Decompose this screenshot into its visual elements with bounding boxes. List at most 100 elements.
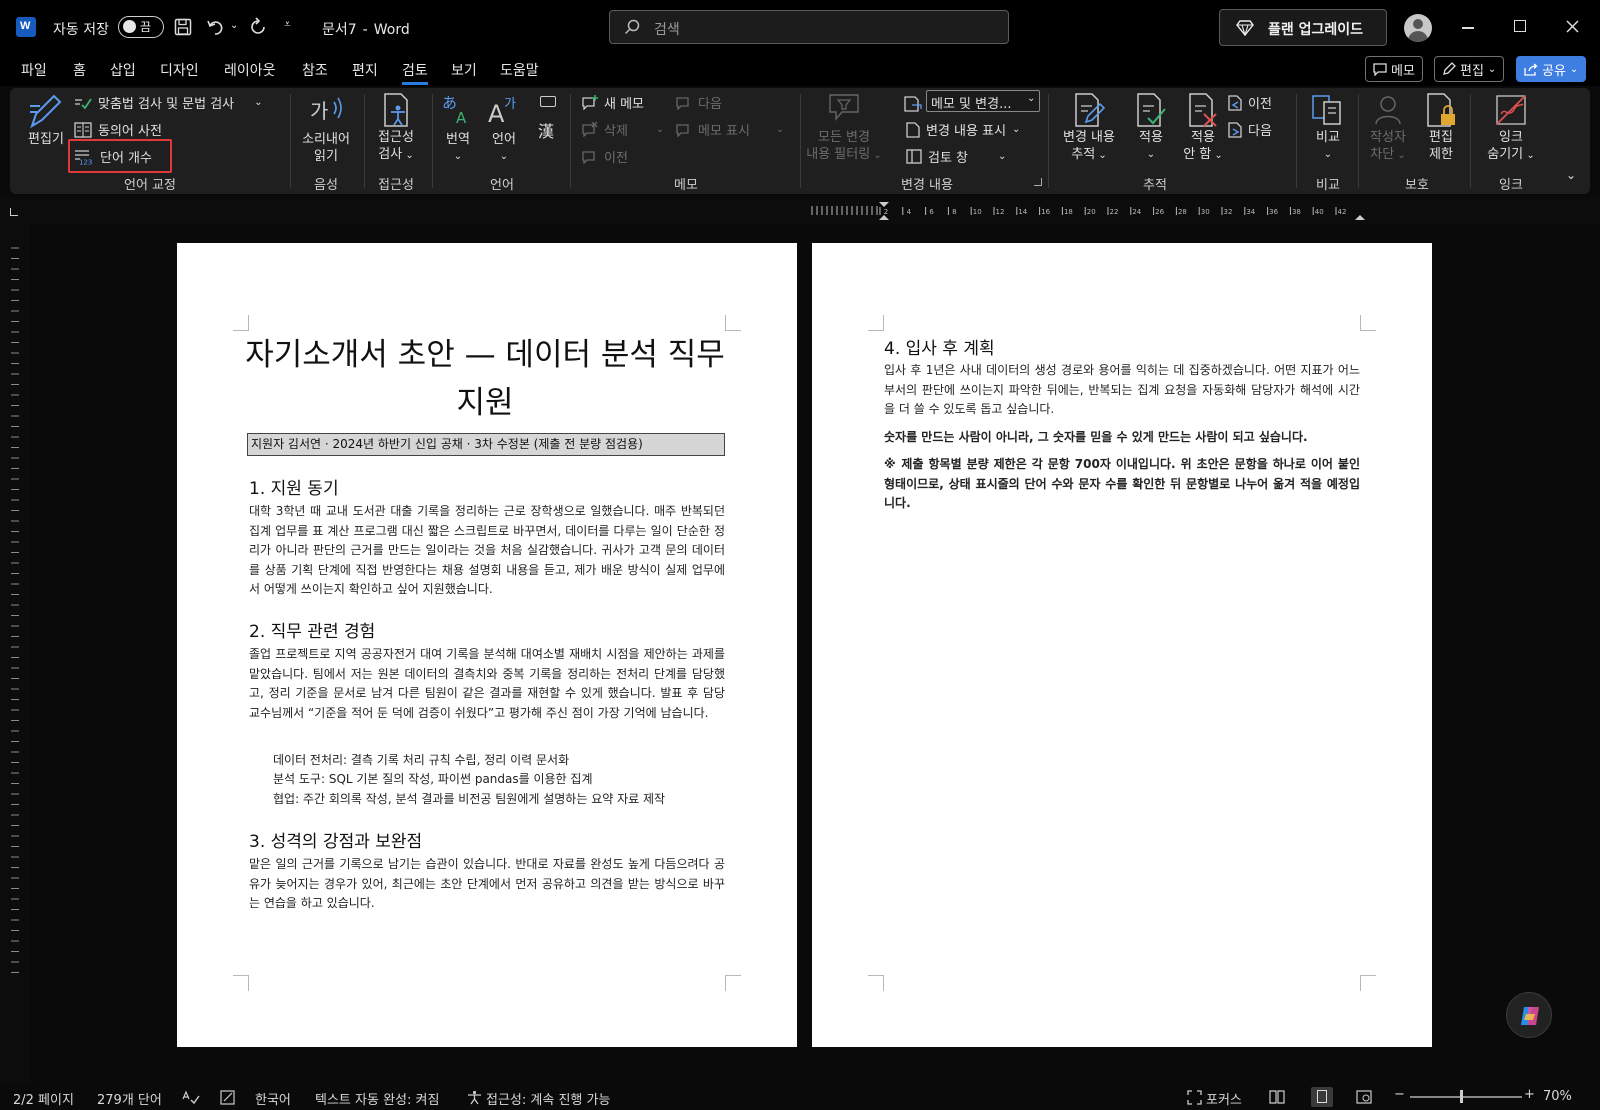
tab-help[interactable]: 도움말 [500, 60, 539, 80]
document-page-2[interactable]: 4. 입사 후 계획 입사 후 1년은 사내 데이터의 생성 경로와 용어를 익… [812, 243, 1432, 1047]
read-aloud-button[interactable]: 가 소리내어 읽기 [294, 92, 358, 165]
vertical-ruler[interactable] [0, 224, 30, 1084]
maximize-icon[interactable] [1514, 20, 1526, 32]
search-box[interactable]: 검색 [609, 10, 1009, 44]
delete-comment-label: 삭제 [604, 124, 628, 139]
zoom-out-icon[interactable]: − [1394, 1087, 1405, 1102]
word-count-button[interactable]: 123 단어 개수 [74, 147, 152, 166]
previous-comment-icon [582, 151, 595, 164]
page-indicator[interactable]: 2/2 페이지 [13, 1089, 74, 1108]
reject-label-1: 적용 [1191, 130, 1215, 145]
reviewing-pane-button[interactable]: 검토 창 ⌄ [906, 147, 1006, 166]
hanja-icon[interactable]: 漢 [538, 118, 554, 142]
horizontal-ruler[interactable]: 2 4 6 8 10 12 14 16 18 20 22 24 26 28 30 32 34 36 38 40 42 [0, 198, 1600, 224]
minimize-icon[interactable] [1462, 27, 1474, 29]
margin-corner [233, 975, 249, 991]
editor-icon [30, 94, 62, 129]
show-comments-button[interactable]: 메모 표시 ⌄ [676, 120, 784, 139]
next-change-button[interactable]: 다음 [1228, 120, 1272, 139]
show-markup-button[interactable]: 변경 내용 표시 ⌄ [906, 120, 1020, 139]
track-changes-button[interactable]: 변경 내용 추적 ⌄ [1056, 92, 1122, 164]
speech-group-label: 음성 [314, 178, 338, 193]
customize-toolbar-icon[interactable]: ⩡ [284, 17, 291, 32]
editor-button[interactable]: 편집기 [24, 92, 68, 148]
tab-design[interactable]: 디자인 [160, 60, 199, 80]
translate-button[interactable]: あA 번역 ⌄ [438, 92, 478, 165]
accept-label: 적용 [1139, 130, 1163, 145]
comments-button[interactable]: 메모 [1365, 56, 1423, 82]
ruler-tick-label: 32 [1224, 208, 1233, 216]
language-indicator[interactable]: 한국어 [255, 1089, 291, 1108]
undo-icon[interactable] [206, 17, 226, 37]
track-changes-status-icon[interactable] [220, 1090, 236, 1105]
editing-mode-button[interactable]: 편집 ⌄ [1434, 56, 1505, 82]
copilot-button[interactable] [1506, 992, 1552, 1038]
redo-icon[interactable] [248, 17, 268, 37]
text-predictions-indicator[interactable]: 텍스트 자동 완성: 켜짐 [315, 1089, 439, 1108]
spelling-grammar-button[interactable]: 맞춤법 검사 및 문법 검사 ⌄ [74, 93, 263, 112]
accessibility-indicator[interactable]: 접근성: 계속 진행 가능 [486, 1089, 610, 1108]
upgrade-plan-button[interactable]: 플랜 업그레이드 [1219, 9, 1387, 46]
next-comment-icon [676, 97, 689, 110]
proofing-group-label: 언어 교정 [124, 178, 176, 193]
tab-insert[interactable]: 삽입 [110, 60, 136, 80]
zoom-level[interactable]: 70% [1543, 1089, 1572, 1104]
compare-button[interactable]: 비교 ⌄ [1306, 92, 1350, 163]
check-accessibility-button[interactable]: 접근성 검사 ⌄ [368, 92, 424, 164]
tab-selector-icon[interactable] [10, 208, 18, 216]
block-authors-button[interactable]: 작성자 차단 ⌄ [1364, 92, 1412, 164]
accessibility-label-1: 접근성 [378, 130, 414, 145]
keyboard-icon[interactable] [540, 96, 556, 107]
delete-comment-button[interactable]: 삭제 ⌄ [582, 120, 664, 139]
zoom-slider-thumb[interactable] [1460, 1090, 1463, 1103]
print-layout-icon[interactable] [1311, 1087, 1333, 1107]
dialog-launcher-icon[interactable] [1034, 178, 1042, 186]
language-button[interactable]: A가 언어 ⌄ [484, 92, 524, 165]
new-comment-button[interactable]: 새 메모 [582, 93, 644, 112]
zoom-slider[interactable] [1410, 1090, 1522, 1103]
previous-change-button[interactable]: 이전 [1228, 93, 1272, 112]
autosave-toggle[interactable]: 끔 [118, 16, 164, 38]
markup-select[interactable]: 메모 및 변경... ⌄ [926, 90, 1040, 112]
read-mode-icon[interactable] [1269, 1090, 1285, 1104]
document-page-1[interactable]: 자기소개서 초안 — 데이터 분석 직무 지원 지원자 김서연 · 2024년 … [177, 243, 797, 1047]
tab-mailings[interactable]: 편지 [352, 60, 378, 80]
tab-references[interactable]: 참조 [302, 60, 328, 80]
reject-button[interactable]: 적용 안 함 ⌄ [1178, 92, 1228, 164]
focus-icon[interactable] [1187, 1090, 1202, 1105]
proofing-status-icon[interactable] [182, 1090, 200, 1105]
next-comment-button[interactable]: 다음 [676, 93, 722, 112]
svg-text:가: 가 [310, 99, 328, 123]
chevron-down-icon: ⌄ [998, 151, 1007, 162]
filter-all-changes-button[interactable]: 모든 변경 내용 필터링 ⌄ [806, 92, 882, 164]
tab-home[interactable]: 홈 [73, 60, 86, 80]
user-avatar[interactable] [1404, 14, 1432, 42]
previous-comment-button[interactable]: 이전 [582, 147, 628, 166]
block-authors-label-2: 차단 ⌄ [1364, 146, 1412, 164]
zoom-in-icon[interactable]: + [1524, 1087, 1535, 1102]
editing-mode-label: 편집 [1460, 63, 1484, 79]
share-icon [1524, 62, 1538, 76]
word-count-indicator[interactable]: 279개 단어 [97, 1089, 162, 1108]
indent-marker[interactable] [1355, 215, 1365, 220]
thesaurus-button[interactable]: 동의어 사전 [74, 120, 162, 139]
spelling-grammar-label: 맞춤법 검사 및 문법 검사 [98, 97, 235, 112]
accept-button[interactable]: 적용 ⌄ [1130, 92, 1172, 163]
undo-dropdown-icon[interactable]: ⌄ [230, 20, 238, 31]
show-markup-icon [906, 121, 920, 138]
tab-layout[interactable]: 레이아웃 [224, 60, 276, 80]
tab-file[interactable]: 파일 [21, 60, 47, 80]
accessibility-status-icon[interactable] [467, 1090, 482, 1105]
share-button[interactable]: 공유 ⌄ [1516, 56, 1587, 82]
ruler-tick-label: 12 [996, 208, 1005, 216]
tab-view[interactable]: 보기 [451, 60, 477, 80]
close-icon[interactable] [1566, 20, 1579, 33]
indent-marker[interactable] [879, 202, 889, 207]
ribbon-collapse-icon[interactable]: ⌄ [1566, 168, 1576, 182]
restrict-editing-button[interactable]: 편집 제한 [1420, 92, 1462, 163]
tab-review[interactable]: 검토 [402, 60, 428, 85]
hide-ink-button[interactable]: 잉크 숨기기 ⌄ [1480, 92, 1542, 164]
web-layout-icon[interactable] [1356, 1090, 1372, 1104]
save-icon[interactable] [174, 18, 192, 36]
focus-button[interactable]: 포커스 [1206, 1089, 1242, 1108]
